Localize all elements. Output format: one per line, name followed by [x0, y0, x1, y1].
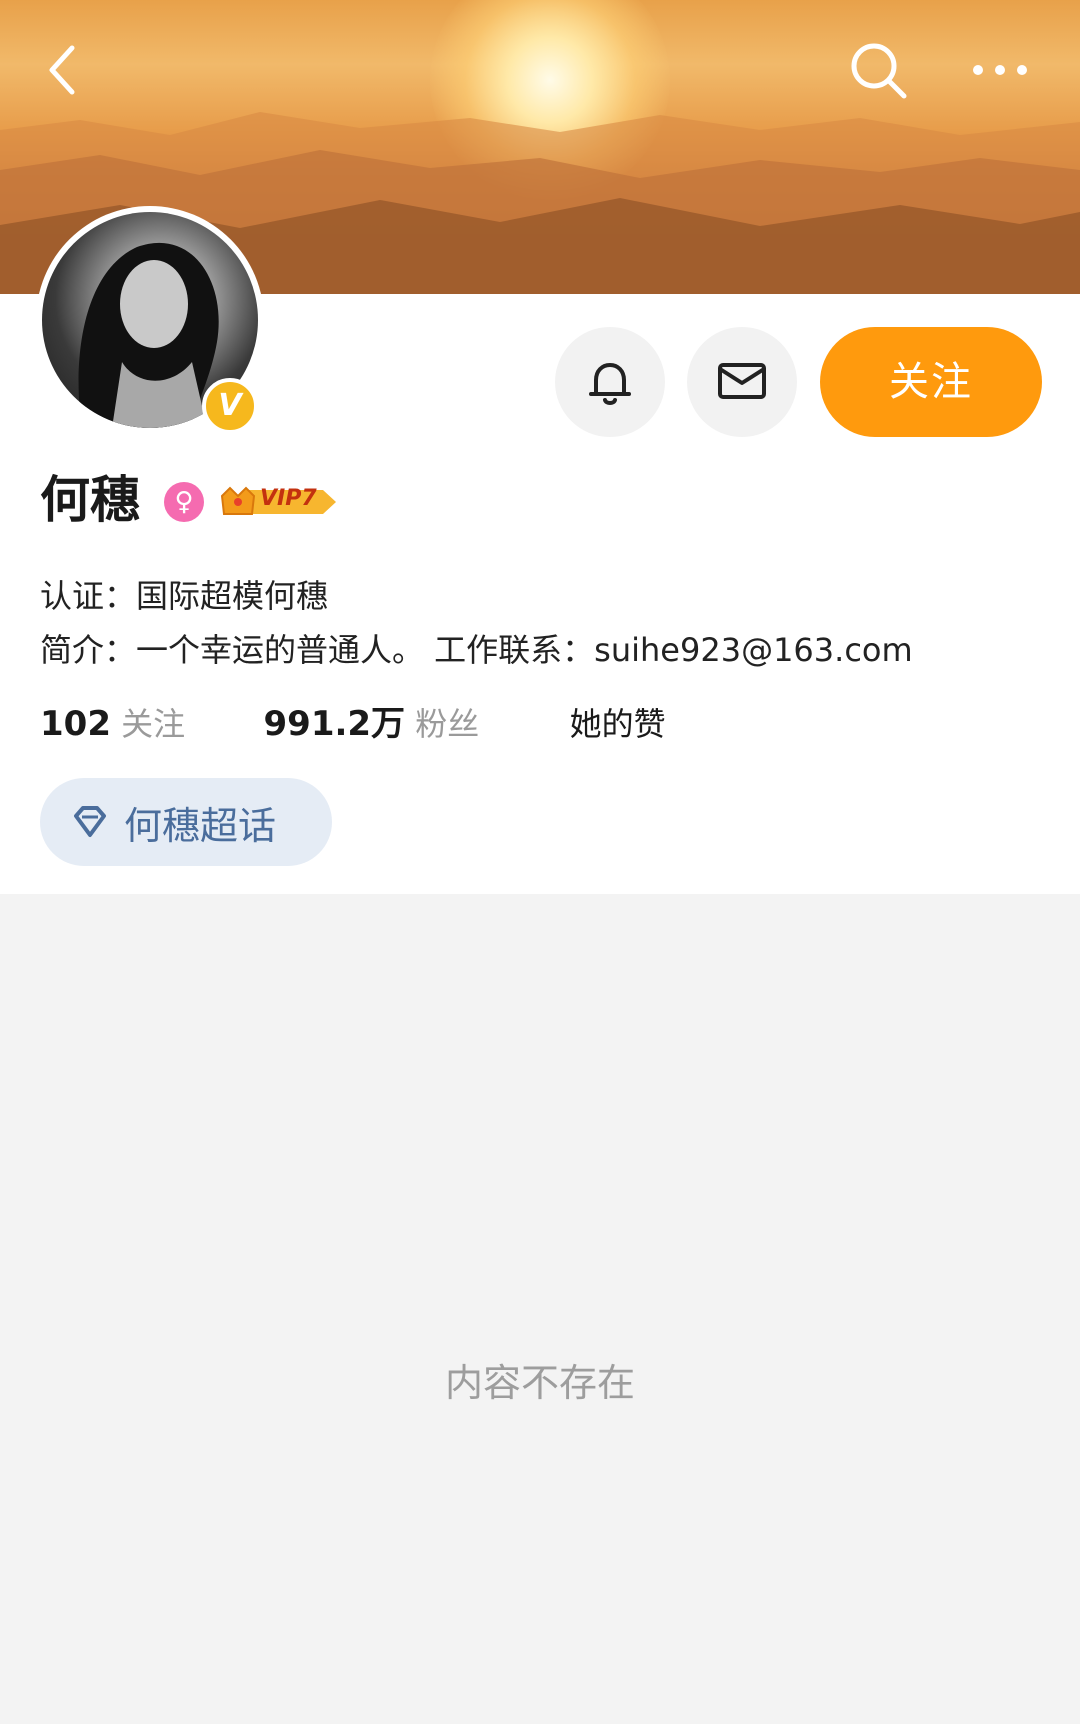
search-button[interactable] [848, 40, 912, 104]
certification-text: 认证：国际超模何穗 [40, 577, 329, 615]
stats-row: 102 关注 991.2万 粉丝 她的赞 [40, 702, 666, 746]
likes-stat[interactable]: 她的赞 [570, 705, 666, 743]
followers-stat[interactable]: 991.2万 粉丝 [263, 704, 490, 744]
search-icon [851, 43, 907, 99]
female-icon: ♀ [164, 482, 204, 522]
following-stat[interactable]: 102 关注 [40, 704, 195, 744]
chevron-left-icon [49, 45, 75, 95]
empty-content-message: 内容不存在 [444, 1361, 635, 1405]
message-button[interactable] [687, 327, 797, 437]
following-label: 关注 [121, 705, 186, 743]
notification-bell-button[interactable] [555, 327, 665, 437]
diamond-icon [74, 806, 106, 837]
followers-count: 991.2万 [263, 704, 406, 744]
vip-label: VIP7 [260, 486, 317, 511]
back-button[interactable] [40, 40, 90, 100]
follow-button[interactable]: 关注 [820, 327, 1042, 437]
more-button[interactable] [968, 50, 1032, 90]
bell-icon [589, 363, 631, 405]
following-count: 102 [40, 704, 111, 744]
more-dots-icon [973, 65, 1027, 75]
profile-name: 何穗 [40, 471, 140, 529]
followers-label: 粉丝 [415, 705, 480, 743]
vip-badge[interactable]: VIP7 [218, 480, 338, 524]
bio-text: 简介：一个幸运的普通人。 工作联系：suihe923@163.com [40, 631, 913, 669]
super-topic-label: 何穗超话 [124, 803, 277, 848]
super-topic-button[interactable]: 何穗超话 [40, 778, 332, 866]
message-icon [718, 363, 766, 399]
verified-badge: V [202, 378, 258, 434]
